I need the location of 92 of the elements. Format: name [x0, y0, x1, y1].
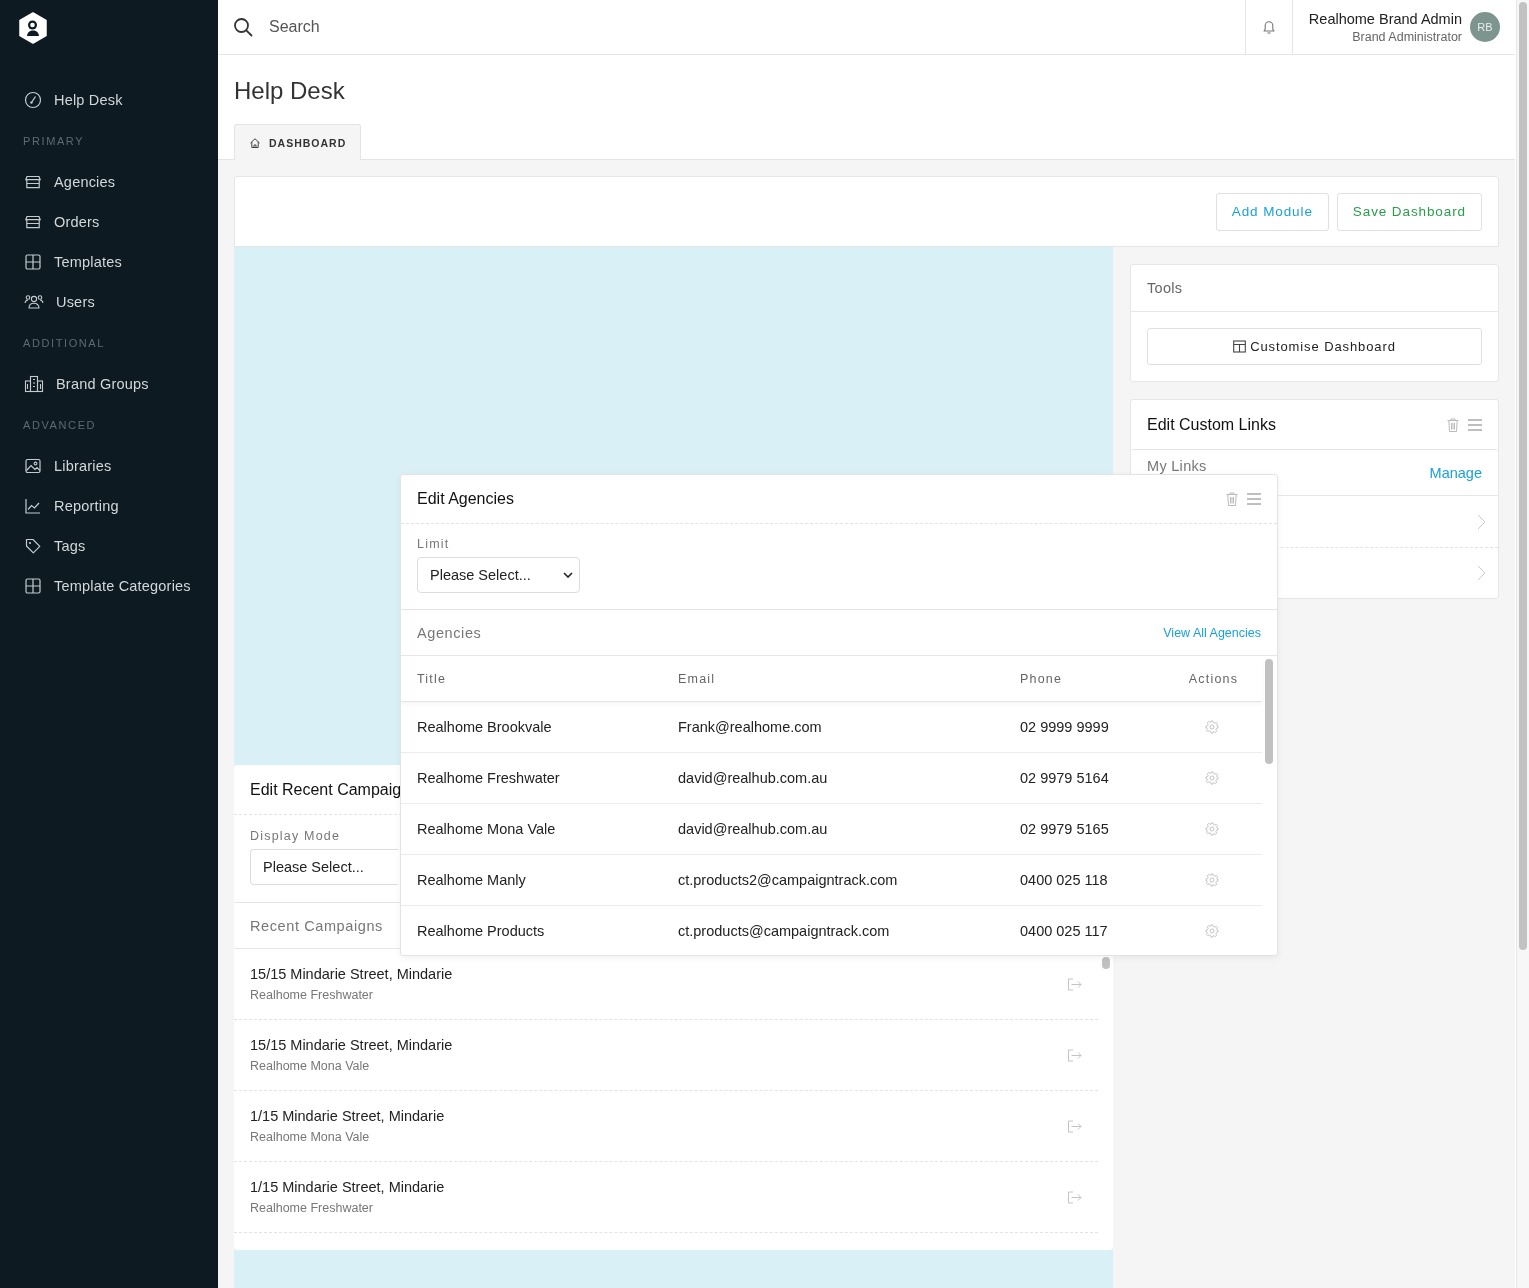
campaign-address[interactable]: 15/15 Mindarie Street, Mindarie — [250, 966, 453, 982]
store-icon — [24, 173, 42, 191]
nav-link[interactable]: Templates — [0, 242, 122, 282]
scrollbar[interactable] — [1102, 957, 1110, 969]
gear-icon — [1204, 924, 1219, 938]
nav-link[interactable]: Help Desk — [0, 80, 123, 120]
nav-link[interactable]: Brand Groups — [0, 364, 149, 404]
table-cell: Realhome Manly — [417, 872, 526, 888]
campaign-agency: Realhome Freshwater — [250, 988, 374, 1002]
chevron-icon — [1477, 513, 1486, 530]
campaign-agency: Realhome Mona Vale — [250, 1059, 371, 1073]
grid-icon — [24, 577, 42, 595]
caret-icon — [563, 572, 573, 578]
page-scrollbar[interactable] — [1516, 0, 1529, 1288]
exit-icon — [1067, 1190, 1082, 1204]
tag-icon — [24, 537, 42, 555]
section-title: My Links — [1147, 458, 1207, 476]
home-icon — [249, 136, 261, 149]
trash-icon — [1225, 491, 1239, 507]
nav-heading: ADVANCED — [22, 418, 97, 433]
field-label: Display Mode — [250, 829, 341, 843]
table-cell: Frank@realhome.com — [678, 719, 822, 735]
table-cell: ct.products2@campaigntrack.com — [678, 872, 898, 888]
gear-icon — [1204, 873, 1219, 887]
gear-icon — [1204, 720, 1219, 734]
chevron-icon — [1477, 565, 1486, 581]
menu-icon — [1247, 493, 1261, 505]
building-icon — [24, 375, 44, 393]
table-cell: Realhome Brookvale — [417, 719, 552, 735]
table-cell: 0400 025 118 — [1020, 872, 1108, 888]
nav-link[interactable]: Agencies — [0, 162, 116, 202]
table-cell: david@realhub.com.au — [678, 821, 828, 837]
column-header: Actions — [1188, 671, 1239, 686]
search-field[interactable]: Search — [269, 18, 569, 36]
gauge-icon — [24, 91, 42, 109]
menu-icon — [1468, 418, 1482, 431]
campaign-agency: Realhome Mona Vale — [250, 1130, 371, 1144]
table-cell: Realhome Products — [417, 923, 545, 939]
campaign-address[interactable]: 1/15 Mindarie Street, Mindarie — [250, 1108, 445, 1124]
customise-dashboard-button[interactable]: Customise Dashboard — [1147, 328, 1482, 365]
layout-icon — [1233, 340, 1247, 353]
campaign-address[interactable]: 15/15 Mindarie Street, Mindarie — [250, 1037, 453, 1053]
nav-link[interactable]: Orders — [0, 202, 100, 242]
table-cell: Realhome Freshwater — [417, 770, 560, 786]
nav-link[interactable]: Template Categories — [0, 566, 191, 606]
campaign-agency: Realhome Freshwater — [250, 1201, 374, 1215]
grid-icon — [24, 253, 42, 271]
nav-link[interactable]: Users — [0, 282, 95, 322]
nav-link[interactable]: Libraries — [0, 446, 112, 486]
limit-select[interactable]: Please Select... — [417, 557, 580, 593]
chart-icon — [24, 497, 42, 515]
section-title: Agencies — [417, 624, 482, 641]
exit-icon — [1067, 1048, 1082, 1062]
column-header: Phone — [1020, 671, 1063, 686]
card-title: Edit Custom Links — [1147, 415, 1276, 434]
nav-heading: PRIMARY — [22, 134, 85, 149]
table-cell: 02 9979 5164 — [1020, 770, 1109, 786]
users-icon — [24, 293, 44, 311]
bell-icon — [1261, 19, 1276, 35]
exit-icon — [1067, 977, 1082, 991]
gear-icon — [1204, 822, 1219, 836]
gear-icon — [1204, 771, 1219, 785]
nav-heading: ADDITIONAL — [22, 336, 105, 351]
logo-icon — [18, 12, 48, 44]
table-cell: 0400 025 117 — [1020, 923, 1108, 939]
table-cell: 02 9979 5165 — [1020, 821, 1109, 837]
card-title: Tools — [1147, 280, 1183, 296]
field-label: Limit — [417, 537, 450, 551]
toolbar-button[interactable]: Save Dashboard — [1336, 192, 1482, 231]
trash-icon — [1446, 416, 1460, 433]
table-cell: david@realhub.com.au — [678, 770, 828, 786]
nav-link[interactable]: Tags — [0, 526, 86, 566]
card-title: Edit Recent Campaig — [250, 780, 402, 799]
search-icon — [233, 17, 253, 37]
display-mode-select[interactable]: Please Select... — [250, 849, 398, 885]
campaign-address[interactable]: 1/15 Mindarie Street, Mindarie — [250, 1179, 445, 1195]
nav-link[interactable]: Reporting — [0, 486, 119, 526]
section-title: Recent Campaigns — [250, 917, 383, 934]
image-icon — [24, 457, 42, 475]
table-cell: 02 9999 9999 — [1020, 719, 1109, 735]
user-role: Brand Administrator — [1352, 29, 1462, 44]
store-icon — [24, 213, 42, 231]
user-name: Realhome Brand Admin — [1308, 10, 1462, 27]
scrollbar[interactable] — [1265, 659, 1273, 764]
exit-icon — [1067, 1119, 1082, 1133]
column-header: Email — [678, 671, 716, 686]
table-cell: Realhome Mona Vale — [417, 821, 556, 837]
table-cell: ct.products@campaigntrack.com — [678, 923, 890, 939]
module-title: Edit Agencies — [417, 490, 514, 508]
tab[interactable]: DASHBOARD — [234, 124, 362, 160]
page-title: Help Desk — [234, 77, 345, 105]
column-header: Title — [417, 671, 447, 686]
